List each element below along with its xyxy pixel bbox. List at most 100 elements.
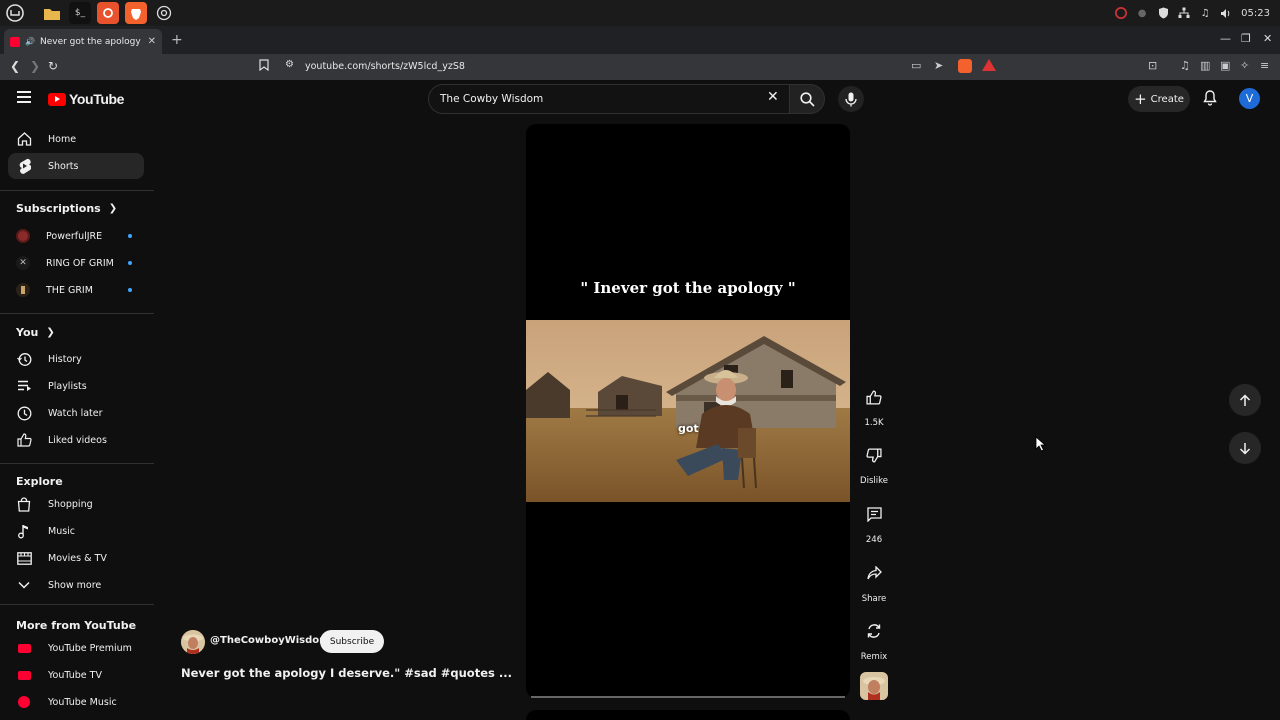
search-value: The Cowby Wisdom — [440, 93, 544, 105]
new-tab-icon[interactable]: + — [171, 32, 183, 48]
comments-action[interactable]: 246 — [856, 497, 892, 545]
address-bar: ❮ ❯ ↻ ⚙ youtube.com/shorts/zW5lcd_yzS8 ▭… — [0, 54, 1280, 80]
terminal-app-icon[interactable]: $_ — [69, 2, 91, 24]
sidebar-item-label: Show more — [48, 579, 102, 591]
sidebar-item-youtube-music[interactable]: YouTube Music — [8, 689, 144, 715]
sidebar-item-the-grim[interactable]: THE GRIM — [8, 277, 144, 303]
close-window-icon[interactable]: ✕ — [1263, 32, 1272, 45]
next-short-preview[interactable] — [526, 710, 850, 720]
sidebar-item-youtube-premium[interactable]: YouTube Premium — [8, 635, 144, 661]
music-note-icon — [16, 523, 32, 539]
network-icon[interactable] — [1178, 7, 1190, 19]
short-video-player[interactable]: " Inever got the apology " got — [526, 124, 850, 698]
like-button[interactable] — [857, 380, 891, 414]
brave-rewards-icon[interactable] — [982, 59, 996, 74]
sidebar-item-watch-later[interactable]: Watch later — [8, 400, 144, 426]
site-info-icon[interactable]: ⚙ — [285, 59, 294, 70]
youtube-logo-icon — [48, 92, 66, 106]
like-count: 1.5K — [864, 418, 884, 428]
mint-menu-icon[interactable] — [4, 2, 26, 24]
sidebar-item-playlists[interactable]: Playlists — [8, 373, 144, 399]
remix-label: Remix — [860, 652, 888, 662]
chrome-app-icon[interactable] — [153, 2, 175, 24]
browser-menu-icon[interactable]: ≡ — [1260, 59, 1269, 72]
youtube-logo[interactable]: YouTube — [48, 91, 124, 107]
bookmark-icon[interactable] — [259, 59, 269, 74]
back-icon[interactable]: ❮ — [10, 59, 20, 73]
close-tab-icon[interactable]: ✕ — [148, 36, 156, 47]
brave-shields-icon[interactable] — [958, 59, 972, 76]
remix-button[interactable] — [857, 614, 891, 648]
url-field[interactable]: youtube.com/shorts/zW5lcd_yzS8 — [305, 61, 465, 72]
comments-button[interactable] — [857, 497, 891, 531]
sidebar-item-youtube-tv[interactable]: YouTube TV — [8, 662, 144, 688]
cast-icon[interactable]: ▭ — [911, 59, 921, 72]
sidebar-item-label: YouTube Music — [48, 696, 117, 708]
sidebar-item-show-more[interactable]: Show more — [8, 572, 144, 598]
plus-icon: + — [1134, 90, 1147, 108]
media-icon[interactable]: ♫ — [1180, 59, 1190, 72]
send-icon[interactable]: ➤ — [934, 59, 943, 72]
sidebar-item-movies-tv[interactable]: Movies & TV — [8, 545, 144, 571]
files-app-icon[interactable] — [41, 2, 63, 24]
wallet-icon[interactable]: ▣ — [1220, 59, 1230, 72]
channel-thumbnail[interactable] — [860, 672, 888, 700]
sidebar-item-powerfuljre[interactable]: PowerfulJRE — [8, 223, 144, 249]
clear-search-icon[interactable]: ✕ — [767, 89, 779, 105]
subscriptions-heading[interactable]: Subscriptions ❯ — [16, 202, 117, 215]
search-input[interactable]: The Cowby Wisdom — [428, 84, 790, 114]
sidebar-toggle-icon[interactable]: ⊡ — [1148, 59, 1157, 72]
share-action[interactable]: Share — [856, 556, 892, 604]
search-button[interactable] — [789, 84, 825, 114]
create-label: Create — [1150, 93, 1184, 105]
sidebar-item-ring-of-grim[interactable]: ✕ RING OF GRIM — [8, 250, 144, 276]
sidebar-item-history[interactable]: History — [8, 346, 144, 372]
previous-short-button[interactable] — [1229, 384, 1261, 416]
share-button[interactable] — [857, 556, 891, 590]
next-short-button[interactable] — [1229, 432, 1261, 464]
account-avatar[interactable]: V — [1239, 88, 1260, 109]
channel-name[interactable]: @TheCowboyWisdom — [210, 635, 330, 646]
voice-search-button[interactable] — [838, 86, 864, 112]
create-button[interactable]: + Create — [1128, 86, 1190, 112]
sidebar-item-label: Movies & TV — [48, 552, 107, 564]
sidebar-item-shorts[interactable]: Shorts — [8, 153, 144, 179]
like-action[interactable]: 1.5K — [856, 380, 892, 428]
music-tray-icon[interactable]: ♫ — [1199, 7, 1211, 19]
short-description[interactable]: Never got the apology I deserve." #sad #… — [181, 666, 512, 680]
sidebar-item-label: Home — [48, 133, 77, 145]
notifications-icon[interactable] — [1203, 90, 1217, 109]
system-tray: ● ♫ 05:23 — [1115, 0, 1270, 26]
remix-action[interactable]: Remix — [856, 614, 892, 662]
app-orange-icon[interactable] — [97, 2, 119, 24]
forward-icon[interactable]: ❯ — [30, 59, 40, 73]
sidebar-item-music[interactable]: Music — [8, 518, 144, 544]
split-view-icon[interactable]: ▥ — [1200, 59, 1210, 72]
microphone-icon — [845, 92, 857, 106]
dislike-action[interactable]: Dislike — [856, 438, 892, 486]
dislike-button[interactable] — [857, 438, 891, 472]
sidebar-item-liked-videos[interactable]: Liked videos — [8, 427, 144, 453]
video-frame-image — [526, 320, 850, 502]
playlists-icon — [16, 378, 32, 394]
sidebar-item-home[interactable]: Home — [8, 126, 144, 152]
leo-ai-icon[interactable]: ✧ — [1240, 59, 1249, 72]
guide-menu-icon[interactable] — [17, 91, 31, 103]
you-heading[interactable]: You ❯ — [16, 326, 55, 339]
caption-word: got — [678, 422, 699, 435]
brave-browser-icon[interactable] — [125, 2, 147, 24]
reload-icon[interactable]: ↻ — [48, 59, 58, 73]
clock[interactable]: 05:23 — [1241, 8, 1270, 19]
divider — [0, 190, 154, 191]
minimize-icon[interactable]: — — [1220, 32, 1231, 45]
opera-tray-icon[interactable] — [1115, 7, 1128, 19]
subscribe-button[interactable]: Subscribe — [320, 630, 384, 653]
browser-tab[interactable]: 🔊 Never got the apology I de ✕ — [4, 29, 162, 54]
sidebar-item-shopping[interactable]: Shopping — [8, 491, 144, 517]
channel-avatar[interactable] — [181, 630, 205, 654]
maximize-icon[interactable]: ❐ — [1241, 32, 1251, 45]
volume-icon[interactable] — [1220, 7, 1232, 19]
shield-icon[interactable] — [1157, 7, 1169, 19]
sidebar-item-label: Shopping — [48, 498, 93, 510]
video-progress-bar[interactable] — [531, 696, 845, 698]
